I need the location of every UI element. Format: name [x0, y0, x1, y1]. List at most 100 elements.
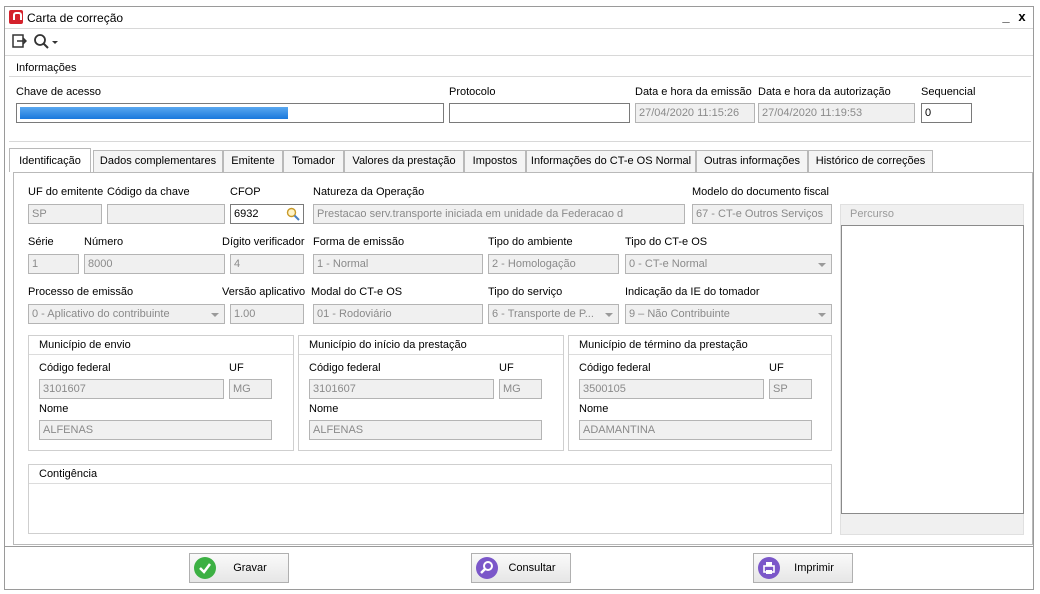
emissao-label: Data e hora da emissão: [635, 86, 752, 98]
nome-envio-field[interactable]: ALFENAS: [39, 420, 272, 440]
numero-field[interactable]: 8000: [84, 254, 225, 274]
tab-historico-correcoes[interactable]: Histórico de correções: [808, 150, 933, 172]
nome-termino-field[interactable]: ADAMANTINA: [579, 420, 812, 440]
digito-field[interactable]: 4: [230, 254, 304, 274]
search-icon[interactable]: [286, 207, 300, 221]
uf-inicio-label: UF: [499, 362, 514, 374]
servico-select[interactable]: 6 - Transporte de P...: [488, 304, 619, 324]
percurso-label: Percurso: [850, 208, 895, 220]
autorizacao-field[interactable]: 27/04/2020 11:19:53: [758, 103, 915, 123]
processo-select[interactable]: 0 - Aplicativo do contribuinte: [28, 304, 225, 324]
percurso-list[interactable]: [841, 225, 1024, 514]
nome-envio-label: Nome: [39, 403, 69, 415]
ie-select[interactable]: 9 – Não Contribuinte: [625, 304, 832, 324]
sequencial-label: Sequencial: [921, 86, 976, 98]
uf-termino-field[interactable]: SP: [769, 379, 812, 399]
search-dropdown-button[interactable]: [33, 33, 63, 53]
cod-termino-label: Código federal: [579, 362, 651, 374]
cfop-field[interactable]: 6932: [230, 204, 304, 224]
natureza-label: Natureza da Operação: [313, 186, 425, 198]
nome-inicio-field[interactable]: ALFENAS: [309, 420, 542, 440]
uf-emitente-label: UF do emitente: [28, 186, 104, 198]
municipio-envio-group: Município de envio Código federal 310160…: [28, 335, 294, 451]
uf-envio-field[interactable]: MG: [229, 379, 272, 399]
ambiente-field[interactable]: 2 - Homologação: [488, 254, 619, 274]
cod-envio-label: Código federal: [39, 362, 111, 374]
consultar-label: Consultar: [508, 562, 556, 574]
forma-field[interactable]: 1 - Normal: [313, 254, 483, 274]
window: Carta de correção _ x Informações Chave …: [4, 6, 1034, 590]
codigo-chave-field[interactable]: [107, 204, 225, 224]
chave-label: Chave de acesso: [16, 86, 101, 98]
municipio-inicio-group: Município do início da prestação Código …: [298, 335, 564, 451]
percurso-group: Percurso: [840, 204, 1024, 535]
ie-label: Indicação da IE do tomador: [625, 286, 760, 298]
sequencial-field[interactable]: 0: [921, 103, 972, 123]
uf-emitente-field[interactable]: SP: [28, 204, 102, 224]
natureza-field[interactable]: Prestacao serv.transporte iniciada em un…: [313, 204, 685, 224]
municipio-termino-group: Município de término da prestação Código…: [568, 335, 832, 451]
chave-progress-bar: [20, 107, 289, 119]
magnifier-icon: [34, 34, 58, 49]
nome-inicio-label: Nome: [309, 403, 339, 415]
info-section-title: Informações: [16, 62, 77, 74]
app-logo-icon: [9, 10, 23, 24]
tabs-divider: [9, 141, 1031, 142]
window-title: Carta de correção: [27, 11, 124, 25]
consultar-button[interactable]: Consultar: [471, 553, 571, 583]
processo-label: Processo de emissão: [28, 286, 134, 298]
contingencia-title: Contigência: [39, 468, 98, 480]
group-divider: [29, 354, 293, 355]
tab-identificacao[interactable]: Identificação: [9, 148, 91, 172]
municipio-termino-title: Município de término da prestação: [579, 339, 748, 351]
close-button[interactable]: x: [1015, 9, 1029, 24]
tab-tomador[interactable]: Tomador: [283, 150, 344, 172]
serie-field[interactable]: 1: [28, 254, 79, 274]
modal-field[interactable]: 01 - Rodoviário: [313, 304, 483, 324]
chave-acesso-field[interactable]: [16, 103, 444, 123]
cfop-label: CFOP: [230, 186, 261, 198]
versao-field[interactable]: 1.00: [230, 304, 304, 324]
municipio-envio-title: Município de envio: [39, 339, 131, 351]
tab-outras-informacoes[interactable]: Outras informações: [696, 150, 808, 172]
group-divider: [29, 483, 831, 484]
toolbar: [5, 30, 1033, 56]
footer-divider: [5, 546, 1033, 547]
group-divider: [299, 354, 563, 355]
info-divider: [9, 76, 1031, 77]
emissao-field[interactable]: 27/04/2020 11:15:26: [635, 103, 755, 123]
gravar-label: Gravar: [233, 562, 267, 574]
imprimir-button[interactable]: Imprimir: [753, 553, 853, 583]
uf-inicio-field[interactable]: MG: [499, 379, 542, 399]
title-bar: Carta de correção _ x: [5, 7, 1033, 29]
autorizacao-label: Data e hora da autorização: [758, 86, 891, 98]
exit-icon: [12, 34, 28, 48]
forma-label: Forma de emissão: [313, 236, 405, 248]
versao-label: Versão aplicativo: [222, 286, 306, 298]
tipo-cte-select[interactable]: 0 - CT-e Normal: [625, 254, 832, 274]
codigo-chave-label: Código da chave: [107, 186, 190, 198]
tab-emitente[interactable]: Emitente: [223, 150, 283, 172]
uf-termino-label: UF: [769, 362, 784, 374]
tab-valores-prestacao[interactable]: Valores da prestação: [344, 150, 464, 172]
cod-envio-field[interactable]: 3101607: [39, 379, 224, 399]
tab-impostos[interactable]: Impostos: [464, 150, 526, 172]
minimize-button[interactable]: _: [999, 9, 1013, 24]
cod-termino-field[interactable]: 3500105: [579, 379, 764, 399]
digito-label: Dígito verificador: [222, 236, 305, 248]
cfop-value: 6932: [234, 208, 259, 220]
tipo-cte-label: Tipo do CT-e OS: [625, 236, 708, 248]
numero-label: Número: [84, 236, 124, 248]
tab-informacoes-cte[interactable]: Informações do CT-e OS Normal: [526, 150, 696, 172]
gravar-button[interactable]: Gravar: [189, 553, 289, 583]
exit-button[interactable]: [11, 33, 29, 53]
cod-inicio-label: Código federal: [309, 362, 381, 374]
imprimir-label: Imprimir: [794, 562, 834, 574]
modelo-field[interactable]: 67 - CT-e Outros Serviços: [692, 204, 832, 224]
cod-inicio-field[interactable]: 3101607: [309, 379, 494, 399]
ambiente-label: Tipo do ambiente: [488, 236, 573, 248]
protocolo-label: Protocolo: [449, 86, 496, 98]
protocolo-field[interactable]: [449, 103, 630, 123]
tab-dados-complementares[interactable]: Dados complementares: [93, 150, 223, 172]
modal-label: Modal do CT-e OS: [311, 286, 403, 298]
